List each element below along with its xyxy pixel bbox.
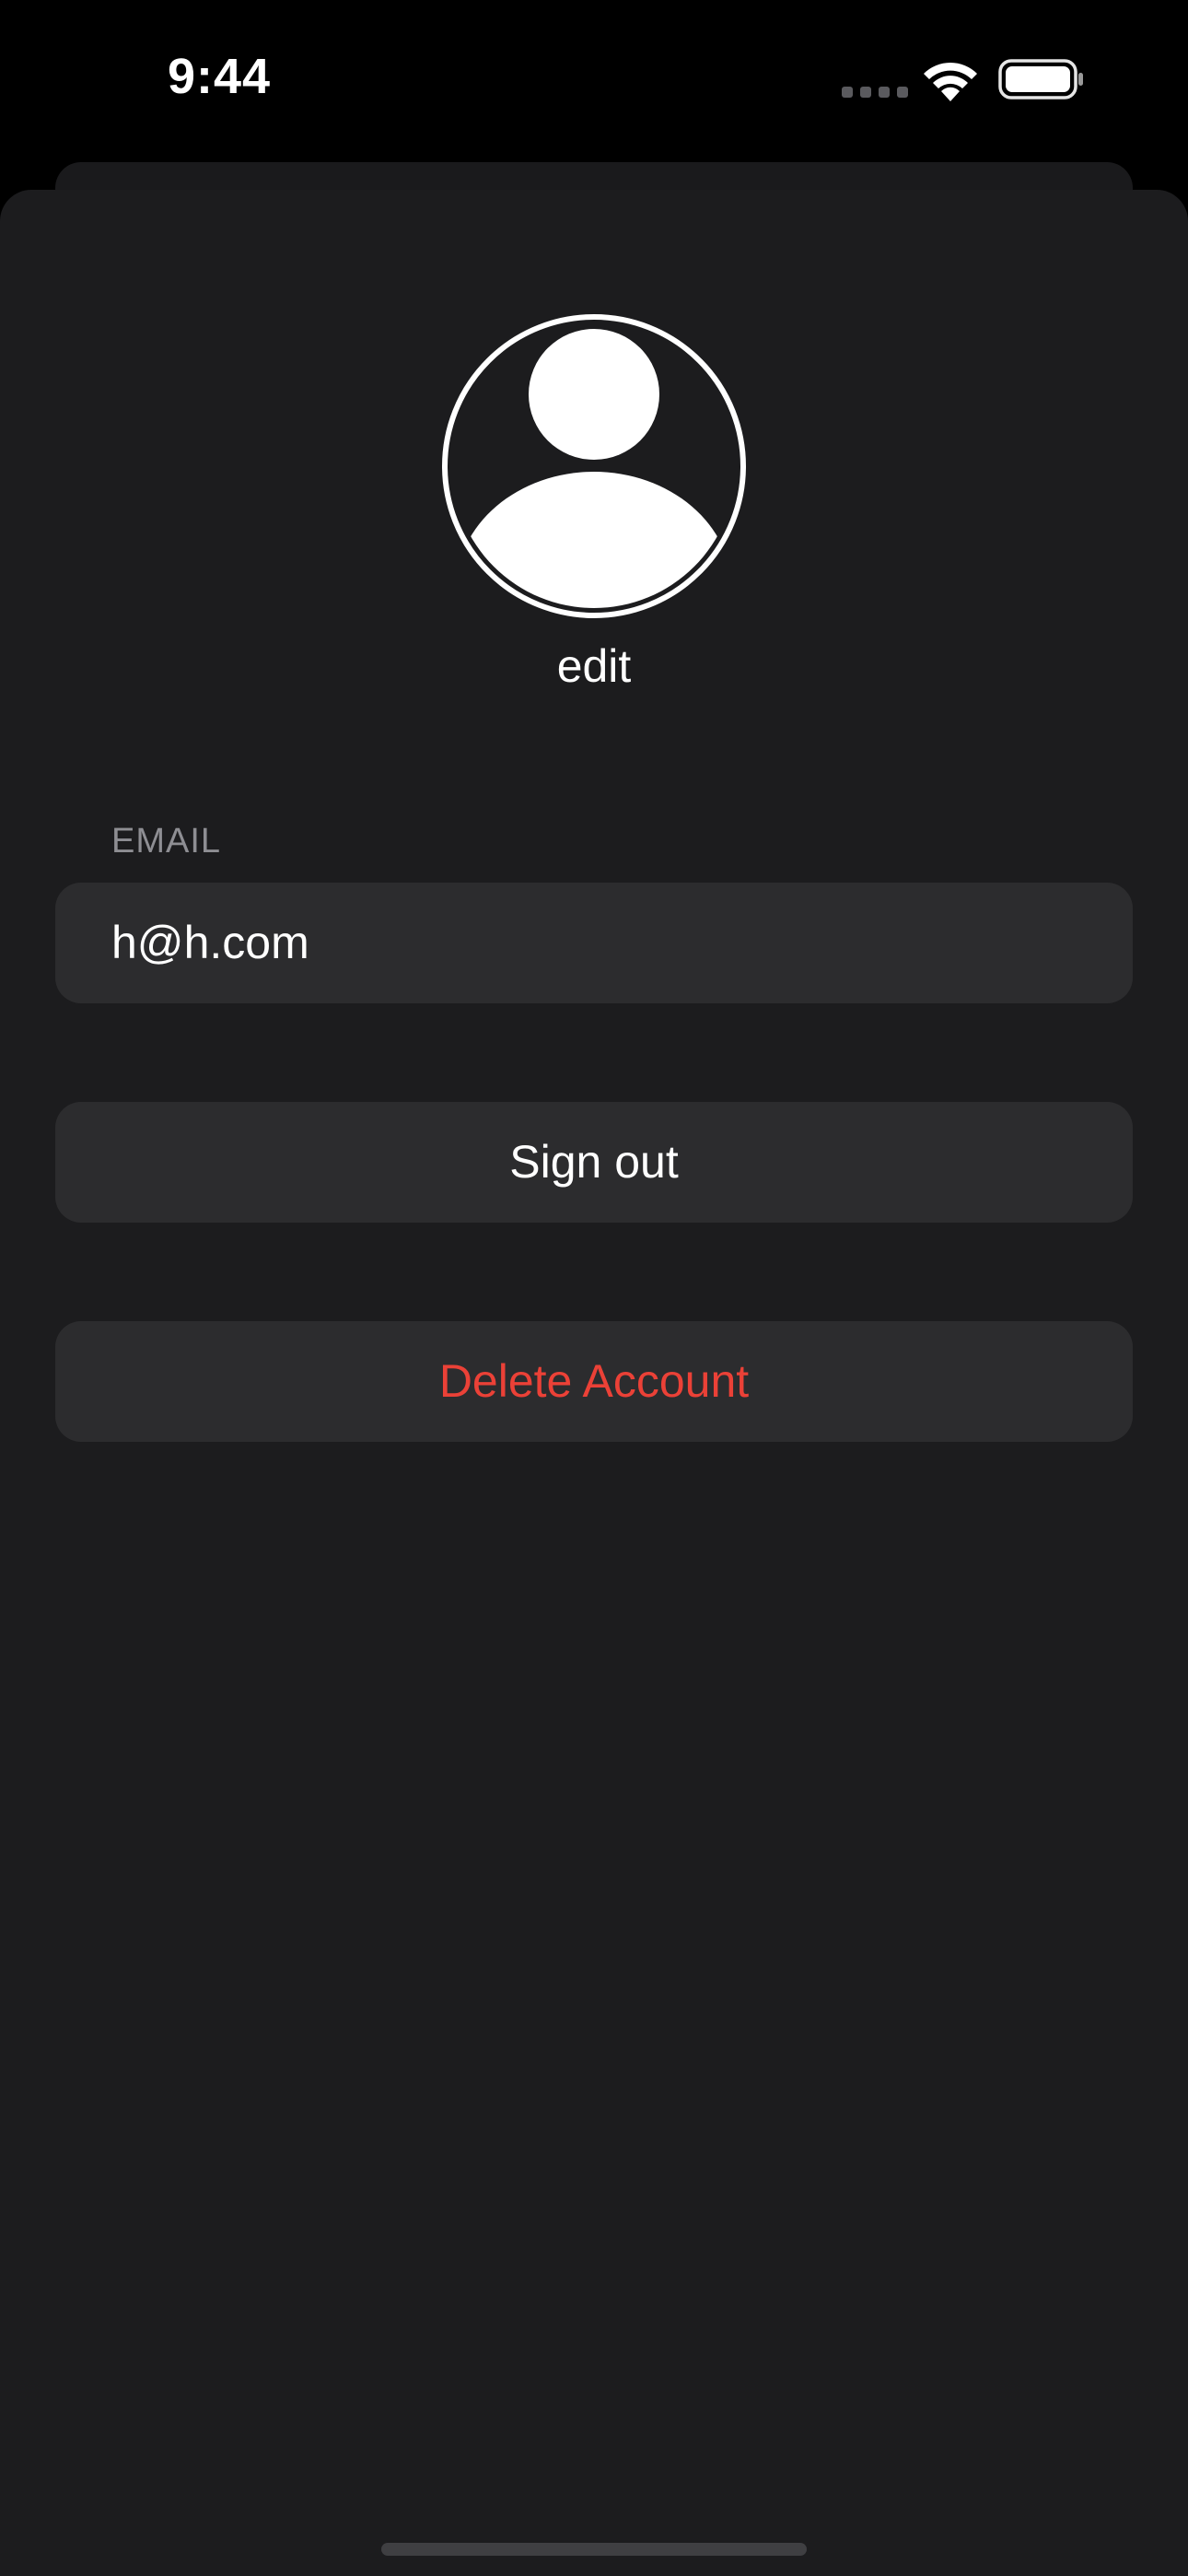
cellular-signal-icon — [842, 87, 908, 98]
email-section-header: EMAIL — [111, 822, 222, 861]
wifi-icon — [924, 62, 977, 101]
battery-icon — [998, 59, 1083, 100]
home-indicator[interactable] — [381, 2543, 807, 2556]
delete-account-button[interactable]: Delete Account — [55, 1321, 1133, 1442]
sign-out-button[interactable]: Sign out — [55, 1102, 1133, 1223]
person-circle-icon[interactable] — [441, 313, 747, 619]
edit-avatar-button[interactable]: edit — [0, 639, 1188, 693]
status-bar: 9:44 — [0, 0, 1188, 157]
status-time: 9:44 — [168, 49, 272, 104]
email-value: h@h.com — [111, 917, 309, 968]
email-field[interactable]: h@h.com — [55, 883, 1133, 1003]
